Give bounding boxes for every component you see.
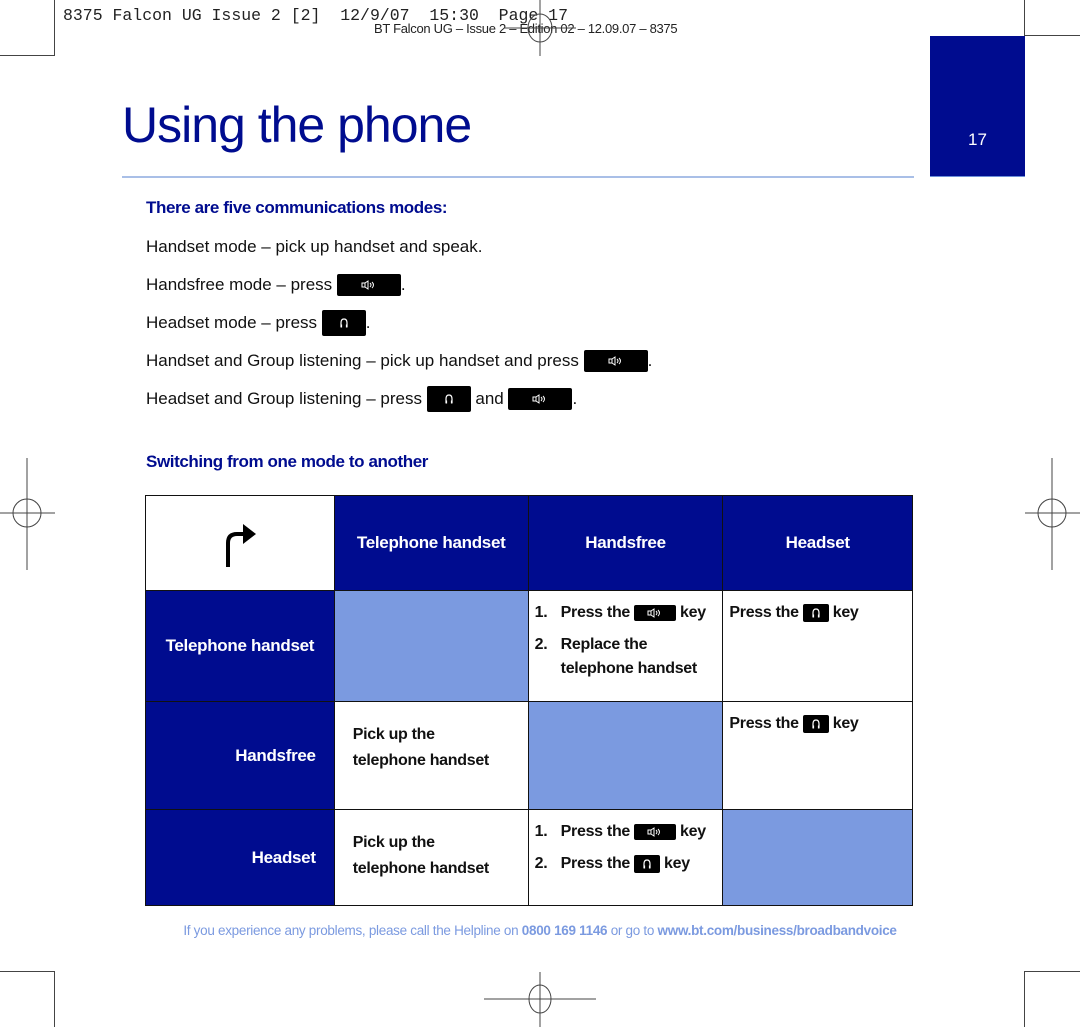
registration-mark-top	[504, 0, 576, 56]
text-segment: Press the	[729, 715, 799, 732]
page-title: Using the phone	[122, 97, 472, 153]
speaker-key	[634, 605, 677, 621]
instruction-cell: 1. Press the key 2. Replace the telephone ha…	[527, 590, 724, 702]
instruction-cell: Press the key	[722, 701, 913, 810]
speaker-key	[583, 350, 648, 372]
page-number: 17	[968, 130, 987, 149]
text-segment: .	[365, 313, 371, 332]
text-segment: key	[832, 715, 859, 732]
page-number-tab: 17	[930, 36, 1025, 177]
corner-cell	[145, 495, 335, 591]
text-segment: .	[400, 275, 406, 294]
speaker-icon	[647, 827, 663, 837]
headset-key	[426, 386, 471, 412]
same-mode-cell	[722, 809, 913, 906]
text-segment: Press the	[560, 855, 631, 872]
table-row: Handsfree Pick up the telephone handset Pr…	[145, 701, 913, 810]
turn-right-arrow-icon	[225, 524, 256, 567]
instruction-step: 1. Press the key	[535, 820, 717, 844]
column-header-headset: Headset	[722, 495, 913, 591]
headset-icon	[642, 858, 652, 870]
footer-text-middle: or go to	[607, 923, 658, 938]
title-divider	[122, 176, 914, 178]
speaker-icon	[647, 608, 663, 618]
text-segment: Handset and Group listening – pick up ha…	[146, 351, 584, 370]
text-segment: Headset and Group listening – press	[146, 389, 427, 408]
speaker-icon	[532, 394, 548, 404]
text-segment: key	[664, 855, 690, 872]
speaker-icon	[608, 356, 624, 366]
step-text: Press the key	[561, 820, 706, 844]
headset-icon	[339, 317, 349, 329]
text-segment: Press the	[560, 823, 631, 840]
instruction-step: 1. Press the key	[535, 601, 717, 625]
same-mode-cell	[333, 590, 529, 702]
row-header: Telephone handset	[145, 590, 335, 702]
table-row: Headset Pick up the telephone handset 1. Pr…	[145, 809, 913, 906]
step-number: 2.	[534, 636, 548, 653]
column-header-telephone-handset: Telephone handset	[333, 495, 529, 591]
text-segment: key	[680, 604, 706, 621]
registration-mark-bottom	[484, 972, 596, 1027]
instruction-cell: 1. Press the key 2. Press the key	[527, 809, 724, 906]
same-mode-cell	[527, 701, 724, 810]
step-text: Press the key	[561, 852, 690, 876]
step-number: 1.	[534, 604, 548, 621]
instruction-cell: Pick up the telephone handset	[333, 809, 529, 906]
helpline-phone: 0800 169 1146	[521, 923, 608, 938]
text-segment: Headset mode – press	[146, 313, 322, 332]
row-header: Handsfree	[145, 701, 335, 810]
instruction-step: 2. Press the key	[535, 852, 717, 876]
support-url-link[interactable]: www.bt.com/business/broadbandvoice	[658, 923, 897, 938]
mode-line: Handsfree mode – press .	[146, 272, 406, 298]
instruction-cell: Pick up the telephone handset	[333, 701, 529, 810]
headset-icon	[811, 607, 821, 619]
table-header-row: Telephone handset Handsfree Headset	[145, 495, 913, 591]
speaker-key	[336, 274, 401, 296]
switching-heading: Switching from one mode to another	[146, 452, 429, 471]
text-segment: Handsfree mode – press	[146, 275, 337, 294]
speaker-icon	[361, 280, 377, 290]
speaker-key	[634, 824, 677, 840]
text-segment: and	[470, 389, 509, 408]
modes-heading: There are five communications modes:	[146, 198, 448, 217]
registration-mark-left	[0, 458, 55, 570]
headset-icon	[444, 393, 454, 405]
text-segment: Handset mode – pick up handset and speak…	[146, 237, 483, 256]
column-header-handsfree: Handsfree	[527, 495, 724, 591]
headset-key	[634, 855, 661, 873]
instruction-text: Press the key	[729, 601, 859, 625]
table-row: Telephone handset 1. Press the key 2. Replace…	[145, 590, 913, 702]
row-header: Headset	[145, 809, 335, 906]
mode-line: Handset mode – pick up handset and speak…	[146, 234, 482, 260]
mode-line: Headset and Group listening – press and …	[146, 386, 577, 412]
instruction-text: Pick up the telephone handset	[352, 726, 490, 769]
mode-line: Headset mode – press .	[146, 310, 371, 336]
instruction-cell: Press the key	[722, 590, 913, 702]
speaker-key	[508, 388, 573, 410]
text-segment: Press the	[729, 604, 799, 621]
mode-line: Handset and Group listening – pick up ha…	[146, 348, 652, 374]
headset-key	[802, 604, 829, 622]
text-segment: .	[572, 389, 578, 408]
step-text: Press the key	[561, 601, 706, 625]
text-segment: .	[647, 351, 653, 370]
headset-key	[321, 310, 366, 336]
helpline-footer: If you experience any problems, please c…	[0, 923, 1080, 938]
footer-text: If you experience any problems, please c…	[183, 923, 522, 938]
mode-switching-table: Telephone handset Handsfree Headset Tele…	[145, 495, 913, 906]
instruction-step: 2. Replace the telephone handset	[535, 633, 717, 681]
text-segment: key	[832, 604, 859, 621]
registration-mark-right	[1025, 458, 1080, 570]
headset-key	[802, 715, 829, 733]
instruction-text: Press the key	[729, 712, 859, 736]
step-text: Replace the telephone handset	[561, 633, 717, 681]
step-number: 1.	[534, 823, 548, 840]
text-segment: Press the	[560, 604, 631, 621]
headset-icon	[811, 718, 821, 730]
step-number: 2.	[534, 855, 548, 872]
instruction-text: Pick up the telephone handset	[352, 834, 490, 877]
text-segment: Replace the telephone handset	[560, 636, 698, 677]
text-segment: key	[680, 823, 706, 840]
